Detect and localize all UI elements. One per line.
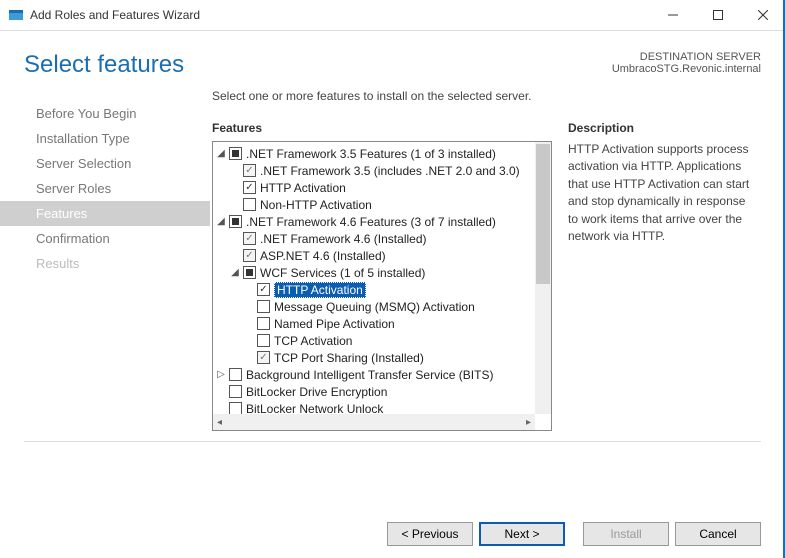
tree-item[interactable]: TCP Activation (274, 334, 352, 348)
tree-item[interactable]: Named Pipe Activation (274, 317, 395, 331)
tree-item[interactable]: Background Intelligent Transfer Service … (246, 368, 493, 382)
app-icon (8, 7, 24, 23)
checkbox-empty[interactable] (257, 300, 270, 313)
cancel-button[interactable]: Cancel (675, 522, 761, 546)
tree-item[interactable]: WCF Services (1 of 5 installed) (260, 266, 425, 280)
tree-item-selected[interactable]: HTTP Activation (274, 282, 366, 298)
collapse-icon[interactable]: ◢ (215, 216, 227, 227)
collapse-icon[interactable]: ◢ (215, 148, 227, 159)
checkbox-checked-disabled[interactable] (257, 351, 270, 364)
nav-server-selection[interactable]: Server Selection (0, 151, 210, 176)
wizard-nav: Before You Begin Installation Type Serve… (0, 89, 210, 431)
checkbox-checked-disabled[interactable] (243, 164, 256, 177)
checkbox-checked-disabled[interactable] (243, 249, 256, 262)
destination-label: DESTINATION SERVER (612, 51, 761, 63)
checkbox-checked[interactable] (257, 283, 270, 296)
vertical-scrollbar[interactable] (535, 142, 551, 414)
maximize-button[interactable] (695, 0, 740, 30)
tree-item[interactable]: Non-HTTP Activation (260, 198, 372, 212)
close-button[interactable] (740, 0, 785, 30)
nav-server-roles[interactable]: Server Roles (0, 176, 210, 201)
destination-block: DESTINATION SERVER UmbracoSTG.Revonic.in… (612, 51, 761, 75)
page-title: Select features (24, 51, 184, 79)
tree-item[interactable]: .NET Framework 3.5 Features (1 of 3 inst… (246, 147, 496, 161)
checkbox-partial[interactable] (229, 215, 242, 228)
nav-features[interactable]: Features (0, 201, 210, 226)
tree-item[interactable]: .NET Framework 4.6 Features (3 of 7 inst… (246, 215, 496, 229)
minimize-button[interactable] (650, 0, 695, 30)
nav-confirmation[interactable]: Confirmation (0, 226, 210, 251)
previous-button[interactable]: < Previous (387, 522, 473, 546)
tree-item[interactable]: TCP Port Sharing (Installed) (274, 351, 424, 365)
horizontal-scrollbar[interactable]: ◂▸ (213, 414, 535, 430)
tree-item[interactable]: ASP.NET 4.6 (Installed) (260, 249, 386, 263)
tree-item[interactable]: Message Queuing (MSMQ) Activation (274, 300, 475, 314)
next-button[interactable]: Next > (479, 522, 565, 546)
collapse-icon[interactable]: ◢ (229, 267, 241, 278)
tree-item[interactable]: HTTP Activation (260, 181, 346, 195)
tree-item[interactable]: .NET Framework 3.5 (includes .NET 2.0 an… (260, 164, 520, 178)
features-tree[interactable]: ◢ .NET Framework 3.5 Features (1 of 3 ins… (212, 141, 552, 431)
window-title: Add Roles and Features Wizard (30, 8, 200, 22)
wizard-footer: < Previous Next > Install Cancel (0, 522, 785, 546)
nav-installation-type[interactable]: Installation Type (0, 126, 210, 151)
nav-results: Results (0, 251, 210, 276)
checkbox-checked[interactable] (243, 181, 256, 194)
destination-value: UmbracoSTG.Revonic.internal (612, 63, 761, 75)
tree-item[interactable]: BitLocker Drive Encryption (246, 385, 387, 399)
description-label: Description (568, 121, 758, 135)
titlebar: Add Roles and Features Wizard (0, 0, 785, 30)
instruction-text: Select one or more features to install o… (212, 89, 777, 103)
checkbox-partial[interactable] (243, 266, 256, 279)
nav-before-you-begin[interactable]: Before You Begin (0, 101, 210, 126)
expand-icon[interactable]: ▷ (215, 369, 227, 380)
tree-item[interactable]: BitLocker Network Unlock (246, 402, 383, 415)
checkbox-empty[interactable] (229, 402, 242, 414)
scroll-left-icon[interactable]: ◂ (217, 417, 222, 428)
checkbox-empty[interactable] (243, 198, 256, 211)
install-button: Install (583, 522, 669, 546)
description-text: HTTP Activation supports process activat… (568, 141, 758, 245)
scroll-right-icon[interactable]: ▸ (526, 417, 531, 428)
tree-item[interactable]: .NET Framework 4.6 (Installed) (260, 232, 427, 246)
checkbox-checked-disabled[interactable] (243, 232, 256, 245)
checkbox-empty[interactable] (257, 317, 270, 330)
checkbox-empty[interactable] (229, 385, 242, 398)
features-label: Features (212, 121, 552, 135)
checkbox-empty[interactable] (229, 368, 242, 381)
checkbox-empty[interactable] (257, 334, 270, 347)
checkbox-partial[interactable] (229, 147, 242, 160)
